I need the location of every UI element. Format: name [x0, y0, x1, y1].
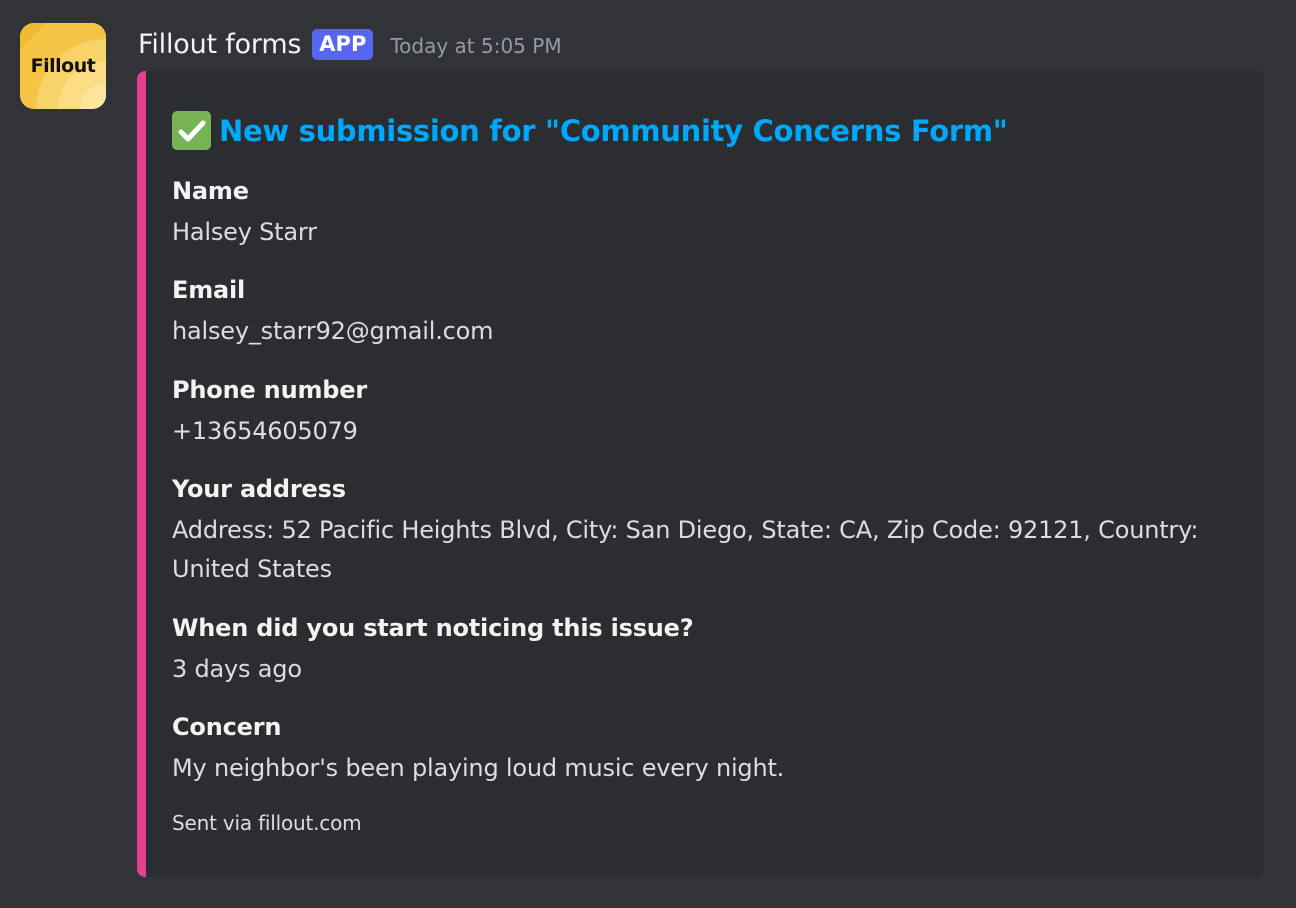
embed-accent-bar	[137, 71, 146, 877]
embed-footer: Sent via fillout.com	[172, 811, 362, 835]
field-your-address: Your address Address: 52 Pacific Heights…	[172, 473, 1232, 589]
embed-card: New submission for "Community Concerns F…	[137, 71, 1264, 877]
embed-title-text[interactable]: New submission for "Community Concerns F…	[219, 114, 1008, 148]
field-issue-start: When did you start noticing this issue? …	[172, 612, 1232, 689]
field-email: Email halsey_starr92@gmail.com	[172, 274, 1232, 351]
field-label: Concern	[172, 713, 282, 741]
author-username[interactable]: Fillout forms	[138, 29, 301, 60]
field-label: Email	[172, 276, 246, 304]
check-mark-button-icon	[172, 111, 211, 150]
field-value: My neighbor's been playing loud music ev…	[172, 754, 785, 782]
message-header: Fillout forms APP Today at 5:05 PM	[138, 24, 562, 64]
field-phone-number: Phone number +13654605079	[172, 374, 1232, 451]
app-badge: APP	[312, 28, 374, 60]
field-concern: Concern My neighbor's been playing loud …	[172, 711, 1232, 788]
field-value: +13654605079	[172, 417, 358, 445]
field-name: Name Halsey Starr	[172, 175, 1232, 252]
field-label: Your address	[172, 475, 346, 503]
message-timestamp[interactable]: Today at 5:05 PM	[390, 31, 561, 58]
field-value: Address: 52 Pacific Heights Blvd, City: …	[172, 516, 1199, 583]
field-value: 3 days ago	[172, 655, 302, 683]
field-value: Halsey Starr	[172, 218, 317, 246]
avatar-logo-text: Fillout	[30, 55, 96, 77]
field-label: When did you start noticing this issue?	[172, 614, 694, 642]
avatar[interactable]: Fillout	[20, 23, 106, 109]
field-label: Name	[172, 177, 249, 205]
field-label: Phone number	[172, 376, 367, 404]
chat-message: Fillout Fillout forms APP Today at 5:05 …	[0, 0, 1296, 908]
embed-title[interactable]: New submission for "Community Concerns F…	[172, 111, 1008, 150]
field-value: halsey_starr92@gmail.com	[172, 317, 494, 345]
